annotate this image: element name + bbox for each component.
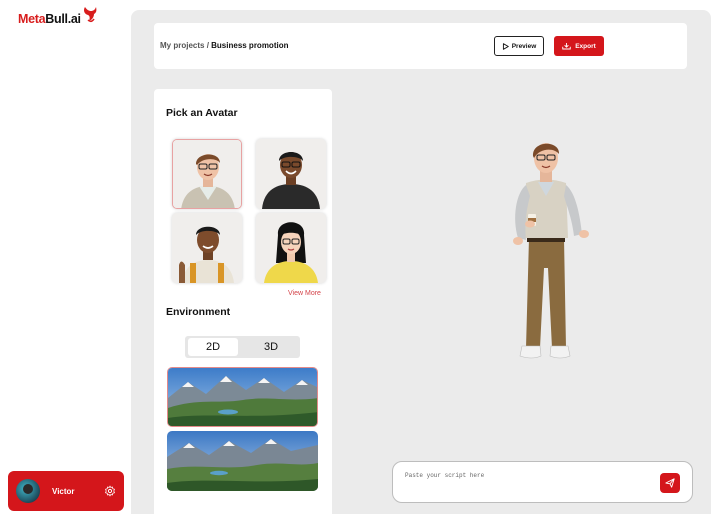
mountain-landscape-icon [167, 431, 318, 491]
toggle-option-3d[interactable]: 3D [246, 338, 296, 356]
script-input[interactable] [405, 472, 645, 479]
breadcrumb-current: Business promotion [211, 41, 289, 50]
play-icon [502, 42, 509, 50]
avatar-option-1[interactable] [172, 139, 242, 209]
avatar-section-title: Pick an Avatar [166, 107, 238, 119]
download-icon [562, 43, 571, 50]
mountain-landscape-icon [168, 368, 317, 426]
logo-text: MetaBull.ai [18, 12, 81, 26]
avatar-portrait-icon [256, 213, 326, 283]
avatar-portrait-icon [256, 139, 326, 209]
avatar-preview [496, 138, 596, 383]
gear-icon[interactable] [104, 485, 116, 497]
view-more-link[interactable]: View More [288, 290, 321, 297]
breadcrumb: My projects / Business promotion [160, 41, 288, 50]
logo[interactable]: MetaBull.ai [18, 7, 100, 28]
breadcrumb-my-projects[interactable]: My projects [160, 41, 204, 50]
avatar-full-body-figure [513, 143, 589, 359]
environment-section-title: Environment [166, 306, 231, 318]
dimension-toggle: 2D 3D [185, 336, 300, 358]
sidebar: MetaBull.ai Victor [0, 0, 130, 514]
environment-option-1[interactable] [167, 367, 318, 427]
settings-panel: Pick an Avatar View More Environment 2D … [154, 89, 332, 514]
toggle-option-2d[interactable]: 2D [188, 338, 238, 356]
logo-text-bull: Bull.ai [45, 12, 81, 26]
avatar-option-3[interactable] [172, 213, 242, 283]
logo-text-meta: Meta [18, 12, 46, 26]
avatar-option-4[interactable] [256, 213, 326, 283]
send-icon [665, 478, 675, 488]
export-button[interactable]: Export [554, 36, 604, 56]
script-input-box [392, 461, 693, 503]
preview-button[interactable]: Preview [494, 36, 544, 56]
avatar-option-2[interactable] [256, 139, 326, 209]
environment-option-2[interactable] [167, 431, 318, 491]
send-button[interactable] [660, 473, 680, 493]
preview-label: Preview [511, 42, 537, 50]
export-label: Export [575, 42, 596, 50]
avatar-portrait-icon [172, 213, 242, 283]
top-bar: My projects / Business promotion Preview… [154, 23, 687, 69]
avatar-portrait-icon [173, 140, 241, 208]
bull-logo-icon [83, 7, 97, 23]
app-root: MetaBull.ai Victor My projects / Busines… [0, 0, 720, 514]
avatar [16, 479, 40, 503]
workspace: My projects / Business promotion Preview… [131, 10, 711, 514]
user-profile-card[interactable]: Victor [8, 471, 124, 511]
user-name: Victor [52, 486, 75, 496]
